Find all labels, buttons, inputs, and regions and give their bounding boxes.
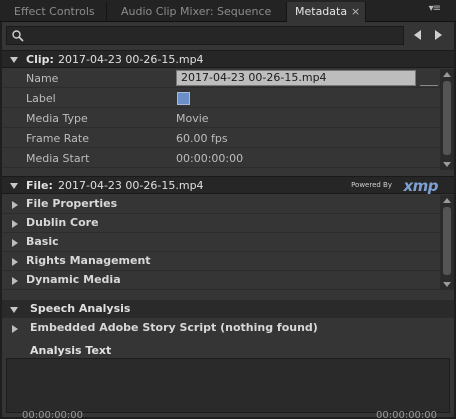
analysis-text-label: Analysis Text	[30, 344, 112, 357]
list-item[interactable]: Rights Management	[2, 252, 440, 271]
label-color-swatch[interactable]	[177, 92, 190, 105]
powered-by-label: Powered By	[351, 181, 392, 189]
close-icon[interactable]: ×	[351, 2, 360, 22]
list-item[interactable]: Dynamic Media	[2, 271, 440, 290]
metadata-row-frame-rate: Frame Rate 60.00 fps	[2, 129, 440, 148]
tab-effect-controls[interactable]: Effect Controls	[0, 2, 106, 22]
tab-audio-clip-mixer[interactable]: Audio Clip Mixer: Sequence 01	[106, 2, 286, 38]
timecode-end: 00:00:00:00	[376, 410, 438, 419]
scroll-down-icon[interactable]	[443, 162, 451, 167]
timecode-start: 00:00:00:00	[22, 410, 84, 419]
speech-analysis-section: Speech Analysis Embedded Adobe Story Scr…	[2, 300, 454, 419]
expand-triangle-icon[interactable]	[12, 239, 18, 247]
metadata-row-label: Label	[2, 89, 440, 108]
row-label: Media Start	[26, 152, 90, 165]
search-icon	[12, 30, 24, 42]
clip-key: Clip:	[26, 53, 54, 66]
clip-scrollbar[interactable]	[440, 69, 454, 170]
xmp-mark: xmp	[403, 177, 438, 195]
name-field[interactable]: 2017-04-23 00-26-15.mp4	[176, 70, 416, 86]
embedded-script-label: Embedded Adobe Story Script (nothing fou…	[30, 321, 318, 334]
list-item[interactable]: Basic	[2, 233, 440, 252]
speech-analysis-header[interactable]: Speech Analysis	[2, 300, 454, 318]
file-scrollbar[interactable]	[440, 195, 454, 290]
speech-analysis-title: Speech Analysis	[30, 302, 131, 315]
list-item[interactable]: File Properties	[2, 195, 440, 214]
tab-metadata-label: Metadata	[295, 5, 348, 18]
group-label: File Properties	[26, 197, 118, 210]
scrollbar-thumb[interactable]	[443, 207, 451, 275]
group-label: Rights Management	[26, 254, 151, 267]
metadata-row-media-type: Media Type Movie	[2, 109, 440, 128]
file-group-list: File Properties Dublin Core Basic Rights…	[2, 195, 440, 290]
row-value: 00:00:00:00	[176, 152, 244, 165]
row-value: 60.00 fps	[176, 132, 228, 145]
row-label: Media Type	[26, 112, 88, 125]
metadata-panel: Clip: 2017-04-23 00-26-15.mp4 Name 2017-…	[2, 22, 454, 419]
previous-arrow-icon[interactable]	[410, 27, 426, 43]
analysis-text-area[interactable]	[6, 358, 450, 413]
embedded-script-row[interactable]: Embedded Adobe Story Script (nothing fou…	[2, 320, 454, 338]
expand-triangle-icon[interactable]	[12, 258, 18, 266]
clip-section-header[interactable]: Clip: 2017-04-23 00-26-15.mp4	[2, 50, 454, 68]
list-item[interactable]: Dublin Core	[2, 214, 440, 233]
name-field-button[interactable]	[420, 70, 438, 86]
metadata-row-media-start: Media Start 00:00:00:00	[2, 149, 440, 168]
search-bar[interactable]	[6, 26, 404, 45]
expand-triangle-icon[interactable]	[12, 325, 18, 333]
collapse-triangle-icon[interactable]	[10, 183, 18, 189]
file-section-header[interactable]: File: 2017-04-23 00-26-15.mp4 Powered By…	[2, 176, 454, 195]
row-label: Label	[26, 92, 56, 105]
group-label: Dynamic Media	[26, 273, 121, 286]
expand-triangle-icon[interactable]	[12, 277, 18, 285]
scrollbar-thumb[interactable]	[443, 81, 451, 155]
collapse-triangle-icon[interactable]	[10, 307, 18, 313]
expand-triangle-icon[interactable]	[12, 220, 18, 228]
row-label: Name	[26, 72, 59, 85]
scroll-up-icon[interactable]	[443, 198, 451, 203]
tab-metadata[interactable]: Metadata ×	[286, 2, 366, 22]
panel-menu-icon[interactable]: ▾≡	[429, 3, 441, 14]
file-filename: 2017-04-23 00-26-15.mp4	[58, 179, 204, 192]
row-label: Frame Rate	[26, 132, 89, 145]
scroll-down-icon[interactable]	[443, 282, 451, 287]
metadata-row-name: Name 2017-04-23 00-26-15.mp4	[2, 69, 440, 88]
row-value: Movie	[176, 112, 209, 125]
next-arrow-icon[interactable]	[430, 27, 446, 43]
group-label: Basic	[26, 235, 59, 248]
collapse-triangle-icon[interactable]	[10, 57, 18, 63]
clip-metadata-list: Name 2017-04-23 00-26-15.mp4 Label Media…	[2, 69, 440, 170]
file-key: File:	[26, 179, 53, 192]
scroll-up-icon[interactable]	[443, 72, 451, 77]
expand-triangle-icon[interactable]	[12, 201, 18, 209]
clip-filename: 2017-04-23 00-26-15.mp4	[58, 53, 204, 66]
group-label: Dublin Core	[26, 216, 99, 229]
panel-tab-bar: Effect Controls Audio Clip Mixer: Sequen…	[0, 0, 456, 38]
